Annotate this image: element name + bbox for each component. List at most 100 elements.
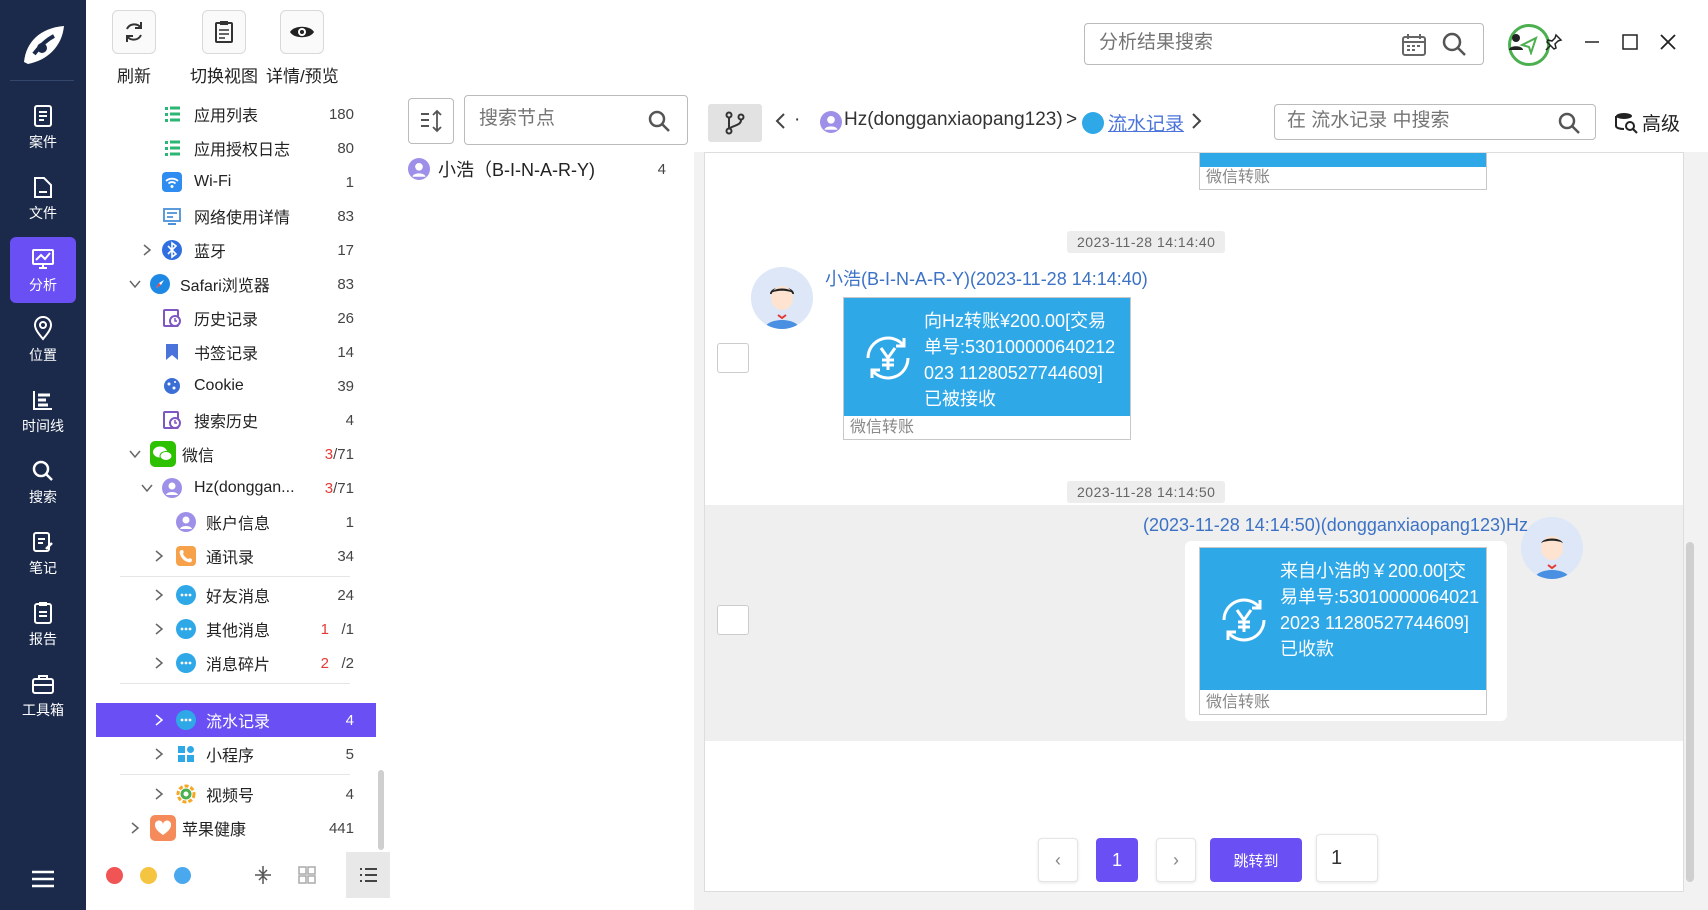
close-icon[interactable] bbox=[1656, 30, 1680, 54]
tree-item-wechat-account[interactable]: Hz(donggan... 3/71 bbox=[96, 471, 376, 505]
rail-item-case[interactable]: 案件 bbox=[10, 94, 76, 160]
list-icon bbox=[162, 138, 182, 158]
yellow-filter-dot[interactable] bbox=[140, 867, 157, 884]
calendar-icon[interactable] bbox=[1401, 33, 1427, 57]
rail-item-report[interactable]: 报告 bbox=[10, 591, 76, 657]
chevron-right-icon[interactable] bbox=[128, 821, 142, 835]
transfer-card[interactable]: 微信转账 bbox=[1199, 153, 1487, 190]
search-icon[interactable] bbox=[1441, 31, 1467, 57]
forward-chevron-icon[interactable] bbox=[1190, 112, 1202, 130]
chevron-right-icon[interactable] bbox=[152, 787, 166, 801]
chevron-right-icon[interactable] bbox=[152, 713, 166, 727]
tree-item-transactions[interactable]: 流水记录 4 bbox=[96, 703, 376, 737]
minimize-icon[interactable] bbox=[1580, 30, 1604, 54]
app-logo-icon bbox=[24, 26, 64, 64]
transaction-search-input[interactable] bbox=[1287, 105, 1547, 137]
tree-item-app-list[interactable]: 应用列表 180 bbox=[96, 97, 376, 131]
tree-item-bookmarks[interactable]: 书签记录 14 bbox=[96, 335, 376, 369]
tree-scrollbar[interactable] bbox=[378, 770, 384, 850]
message-checkbox[interactable] bbox=[717, 605, 749, 635]
grid-view-icon[interactable] bbox=[296, 864, 318, 886]
rail-item-timeline[interactable]: 时间线 bbox=[10, 378, 76, 444]
branch-button[interactable] bbox=[708, 104, 762, 142]
app-rail: 案件 文件 分析 位置 时间线 搜索 笔记 报告 工具箱 bbox=[0, 0, 86, 910]
tree-item-mini-programs[interactable]: 小程序 5 bbox=[96, 737, 376, 771]
breadcrumb-account[interactable]: Hz(dongganxiaopang123) bbox=[844, 109, 1063, 131]
back-chevron-icon[interactable] bbox=[774, 112, 788, 130]
rail-item-file[interactable]: 文件 bbox=[10, 165, 76, 231]
tree-item-channels[interactable]: 视频号 4 bbox=[96, 777, 376, 811]
hamburger-menu-icon[interactable] bbox=[30, 868, 56, 890]
channels-icon bbox=[176, 784, 196, 804]
tree-item-cookie[interactable]: Cookie 39 bbox=[96, 369, 376, 403]
user-icon[interactable] bbox=[1504, 30, 1528, 54]
details-preview-button[interactable]: 详情/预览 bbox=[266, 10, 339, 87]
transfer-card[interactable]: 来自小浩的￥200.00[交易单号:530100000640212023 112… bbox=[1199, 547, 1487, 715]
chevron-right-icon[interactable] bbox=[152, 622, 166, 636]
tree-item-network-usage[interactable]: 网络使用详情 83 bbox=[96, 199, 376, 233]
node-item[interactable]: 小浩（B-I-N-A-R-Y) 4 bbox=[408, 152, 678, 186]
search-icon[interactable] bbox=[647, 109, 671, 133]
tree-item-contacts[interactable]: 通讯录 34 bbox=[96, 539, 376, 573]
jump-to-button[interactable]: 跳转到 bbox=[1210, 838, 1302, 882]
tree-item-wifi[interactable]: Wi-Fi 1 bbox=[96, 165, 376, 199]
node-search-input[interactable] bbox=[479, 96, 649, 142]
case-icon bbox=[34, 104, 52, 127]
chevron-right-icon[interactable] bbox=[152, 656, 166, 670]
chevron-right-icon[interactable] bbox=[140, 243, 154, 257]
tree-item-app-auth-log[interactable]: 应用授权日志 80 bbox=[96, 131, 376, 165]
tree-item-safari[interactable]: Safari浏览器 83 bbox=[96, 267, 376, 301]
list-view-button[interactable] bbox=[346, 852, 390, 898]
tree-item-other-messages[interactable]: 其他消息 1 /1 bbox=[96, 612, 376, 646]
rail-item-analysis[interactable]: 分析 bbox=[10, 237, 76, 303]
search-icon[interactable] bbox=[1557, 111, 1581, 135]
tree-item-search-history[interactable]: 搜索历史 4 bbox=[96, 403, 376, 437]
analysis-search-field[interactable] bbox=[1084, 23, 1484, 65]
chevron-right-icon[interactable] bbox=[152, 549, 166, 563]
rail-item-location[interactable]: 位置 bbox=[10, 307, 76, 373]
next-page-button[interactable]: › bbox=[1156, 838, 1196, 882]
chevron-down-icon[interactable] bbox=[140, 481, 154, 495]
chevron-right-icon[interactable] bbox=[152, 588, 166, 602]
refresh-button[interactable]: 刷新 bbox=[112, 10, 156, 87]
tree-item-friend-messages[interactable]: 好友消息 24 bbox=[96, 578, 376, 612]
collapse-icon[interactable] bbox=[252, 864, 274, 886]
tree-item-message-fragments[interactable]: 消息碎片 2 /2 bbox=[96, 646, 376, 680]
pin-icon[interactable] bbox=[1542, 30, 1566, 54]
transfer-card[interactable]: 向Hz转账¥200.00[交易单号:530100000640212023 112… bbox=[843, 297, 1131, 440]
refresh-icon bbox=[126, 22, 142, 42]
transaction-search-field[interactable] bbox=[1274, 104, 1596, 140]
rail-item-note[interactable]: 笔记 bbox=[10, 520, 76, 586]
prev-page-button[interactable]: ‹ bbox=[1038, 838, 1078, 882]
list-icon bbox=[162, 104, 182, 124]
chevron-down-icon[interactable] bbox=[128, 277, 142, 291]
page-number-input[interactable]: 1 bbox=[1316, 834, 1378, 882]
sort-button[interactable] bbox=[408, 98, 454, 144]
advanced-search-button[interactable]: 高级 bbox=[1614, 109, 1680, 136]
tree-item-apple-health[interactable]: 苹果健康 441 bbox=[96, 811, 376, 845]
switch-view-button[interactable]: 切换视图 bbox=[190, 10, 258, 87]
blue-filter-dot[interactable] bbox=[174, 867, 191, 884]
tree-item-history[interactable]: 历史记录 26 bbox=[96, 301, 376, 335]
tree-item-wechat[interactable]: 微信 3/71 bbox=[96, 437, 376, 471]
tree-item-bluetooth[interactable]: 蓝牙 17 bbox=[96, 233, 376, 267]
list-view-icon bbox=[360, 868, 377, 882]
branch-icon bbox=[725, 111, 745, 135]
tree-item-account-info[interactable]: 账户信息 1 bbox=[96, 505, 376, 539]
toolbar: 刷新 切换视图 详情/预览 bbox=[86, 0, 1708, 90]
node-search-field[interactable] bbox=[464, 95, 688, 145]
rail-item-toolbox[interactable]: 工具箱 bbox=[10, 662, 76, 728]
analysis-search-input[interactable] bbox=[1099, 24, 1399, 62]
maximize-icon[interactable] bbox=[1618, 30, 1642, 54]
advanced-label: 高级 bbox=[1642, 114, 1681, 135]
file-icon bbox=[34, 176, 52, 198]
chevron-down-icon[interactable] bbox=[128, 447, 142, 461]
rail-item-label: 报告 bbox=[29, 630, 57, 647]
red-filter-dot[interactable] bbox=[106, 867, 123, 884]
message-checkbox[interactable] bbox=[717, 343, 749, 373]
chevron-right-icon[interactable] bbox=[152, 747, 166, 761]
breadcrumb-current[interactable]: 流水记录 bbox=[1108, 109, 1184, 136]
rail-item-search[interactable]: 搜索 bbox=[10, 449, 76, 515]
current-page-button[interactable]: 1 bbox=[1096, 838, 1138, 882]
message-scrollbar[interactable] bbox=[1686, 542, 1694, 882]
